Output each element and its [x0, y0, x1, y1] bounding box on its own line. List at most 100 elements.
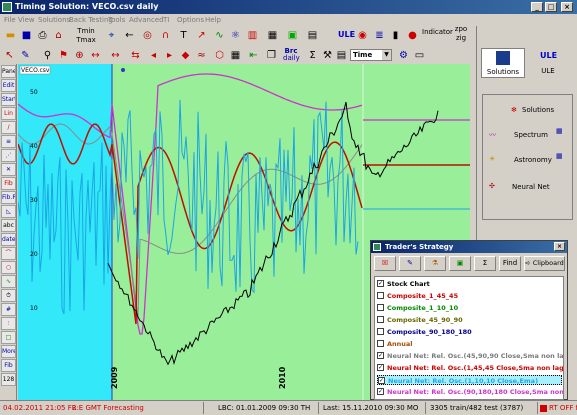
strategy-row-checkbox[interactable]: ✓ [377, 352, 384, 359]
spectrum-button[interactable]: 〰 Spectrum ▦ [486, 125, 570, 147]
network-icon[interactable]: ⚛ [228, 29, 243, 43]
flag-icon[interactable]: ⚑ [56, 49, 71, 63]
strategy-row-checkbox[interactable]: ✓ [377, 388, 384, 395]
strategy-palette-button[interactable]: ⚗ [424, 256, 446, 271]
menu-options[interactable]: Options [177, 16, 204, 24]
bars-icon[interactable]: ▮ [388, 29, 403, 43]
arc-tool[interactable]: ⌒ [1, 247, 16, 260]
wave-tool[interactable]: ∿ [1, 275, 16, 288]
zig-button[interactable]: zig [452, 35, 470, 42]
strategy-row[interactable]: Composite_45_90_90 [377, 315, 562, 325]
ule-tab[interactable]: ULE ULE [527, 48, 571, 78]
strategy-row-checkbox[interactable]: ✓ [378, 377, 385, 384]
cursor-icon[interactable]: ⇤ [246, 49, 261, 63]
open-folder-icon[interactable]: ▬ [3, 29, 18, 43]
ule-toolbar-button[interactable]: ULE [338, 31, 355, 39]
indicator-button[interactable]: Indicator [422, 29, 453, 36]
strategy-row[interactable]: Composite_1_45_45 [377, 291, 562, 301]
date-tool[interactable]: date [1, 233, 16, 246]
lin-tool[interactable]: Lin [1, 107, 16, 120]
menu-help[interactable]: Help [205, 16, 221, 24]
maximize-button[interactable]: □ [545, 2, 557, 12]
text-tool-icon[interactable]: T [176, 29, 191, 43]
step-forward-icon[interactable]: ▸ [162, 49, 177, 63]
zpo-button[interactable]: zpo [452, 26, 470, 33]
panel-tool[interactable]: Panel [1, 65, 16, 78]
tmax-button[interactable]: Tmax [75, 37, 97, 44]
start-tool[interactable]: Start [1, 93, 16, 106]
strategy-export-button[interactable]: ▣ [449, 256, 471, 271]
fast-arrows-icon[interactable]: ⇆ [128, 49, 143, 63]
tmin-button[interactable]: Tmin [75, 28, 97, 35]
pointer-icon[interactable]: ↖ [2, 49, 17, 63]
time-tool[interactable]: ⏱ [1, 289, 16, 302]
strategy-row-checkbox[interactable] [377, 316, 384, 323]
menu-solutions[interactable]: Solutions [38, 16, 70, 24]
lines-icon[interactable]: ≣ [372, 29, 387, 43]
time-combo[interactable]: Time ▼ [350, 49, 392, 61]
circle-tool[interactable]: ○ [1, 261, 16, 274]
solutions-tab[interactable]: Solutions [481, 48, 525, 78]
neural-net-button[interactable]: ✣ Neural Net [486, 177, 570, 199]
target-icon[interactable]: ◎ [140, 29, 155, 43]
strategy-row[interactable]: ✓ Neural Net: Rel. Osc.(90,180,180 Close,… [377, 387, 563, 397]
strategy-row[interactable]: ✓ Neural Net: Rel. Osc.(45,90,90 Close,Sm… [377, 351, 563, 361]
strategy-row[interactable]: Annual [377, 339, 562, 349]
num-128-tool[interactable]: 128 [1, 373, 16, 386]
chevron-down-icon[interactable]: ▼ [382, 50, 391, 60]
strategy-row[interactable]: ✓ Neural Net: Rel. Osc.(1,10,10 Close,Ema… [377, 375, 562, 385]
menu-ti[interactable]: TI [163, 16, 169, 24]
edit-tool[interactable]: Edit [1, 79, 16, 92]
strategy-row-checkbox[interactable] [377, 292, 384, 299]
menu-back-testing[interactable]: Back Testing [69, 16, 113, 24]
magnifier-icon[interactable]: ⚲ [40, 49, 55, 63]
bars-color-icon[interactable]: ▥ [245, 29, 260, 43]
fibr-tool[interactable]: Fib.R [1, 191, 16, 204]
settings-icon[interactable]: ⚙ [396, 49, 411, 63]
menu-advanced[interactable]: Advanced [129, 16, 164, 24]
solutions-header-button[interactable]: ✻ Solutions [486, 100, 570, 122]
strategy-row-checkbox[interactable] [377, 340, 384, 347]
strategy-row[interactable]: ✓ Stock Chart [377, 279, 562, 289]
layout-icon[interactable]: ▤ [305, 29, 320, 43]
grid2-icon[interactable]: ▤ [334, 49, 349, 63]
split-tool[interactable]: ⫶ [1, 317, 16, 330]
arrow-left-icon[interactable]: ← [122, 29, 137, 43]
diamond-icon[interactable]: ◆ [178, 49, 193, 63]
copy-icon[interactable]: ❐ [264, 49, 279, 63]
bullseye-icon[interactable]: ◉ [355, 29, 370, 43]
menu-file[interactable]: File [4, 16, 16, 24]
hexagon-icon[interactable]: ⬡ [212, 49, 227, 63]
cycle-icon[interactable]: ≈ [194, 49, 209, 63]
more-tool[interactable]: More [1, 345, 16, 358]
fan-tool[interactable]: ⋰ [1, 149, 16, 162]
stop-icon[interactable]: ● [405, 29, 420, 43]
zoom-icon[interactable]: ⌖ [104, 29, 119, 43]
tool-icon[interactable]: ⚒ [320, 49, 335, 63]
hash-tool[interactable]: # [1, 303, 16, 316]
strategy-sigma-button[interactable]: Σ [474, 256, 496, 271]
strategy-row-checkbox[interactable]: ✓ [377, 364, 384, 371]
abc-tool[interactable]: abc [1, 219, 16, 232]
sigma-icon[interactable]: Σ [305, 49, 320, 63]
strategy-row[interactable]: ✓ Neural Net: Rel. Osc.(1,45,45 Close,Sma… [377, 363, 563, 373]
strategy-row[interactable]: Composite_90_180_180 [377, 327, 562, 337]
wave-icon[interactable]: ∿ [212, 29, 227, 43]
strategy-row-checkbox[interactable] [377, 304, 384, 311]
fib2-tool[interactable]: Fib [1, 359, 16, 372]
zoom-in-icon[interactable]: ⊕ [72, 49, 87, 63]
box-tool[interactable]: □ [1, 331, 16, 344]
fib-tool[interactable]: Fib [1, 177, 16, 190]
strategy-edit-button[interactable]: ✎ [399, 256, 421, 271]
astronomy-button[interactable]: ☀ Astronomy ▦ [486, 150, 570, 172]
fill-icon[interactable]: ▣ [285, 29, 300, 43]
magnet-icon[interactable]: ∩ [158, 29, 173, 43]
arrows-icon[interactable]: ↔ [108, 49, 123, 63]
strategy-clipboard-button[interactable]: ➪ Clipboard [524, 256, 565, 271]
trend-icon[interactable]: ↗ [194, 29, 209, 43]
gann-tool[interactable]: ◺ [1, 205, 16, 218]
menu-view[interactable]: View [18, 16, 35, 24]
strategy-row-checkbox[interactable] [377, 328, 384, 335]
save-icon[interactable]: ■ [19, 29, 34, 43]
daily-button[interactable]: daily [283, 55, 300, 62]
